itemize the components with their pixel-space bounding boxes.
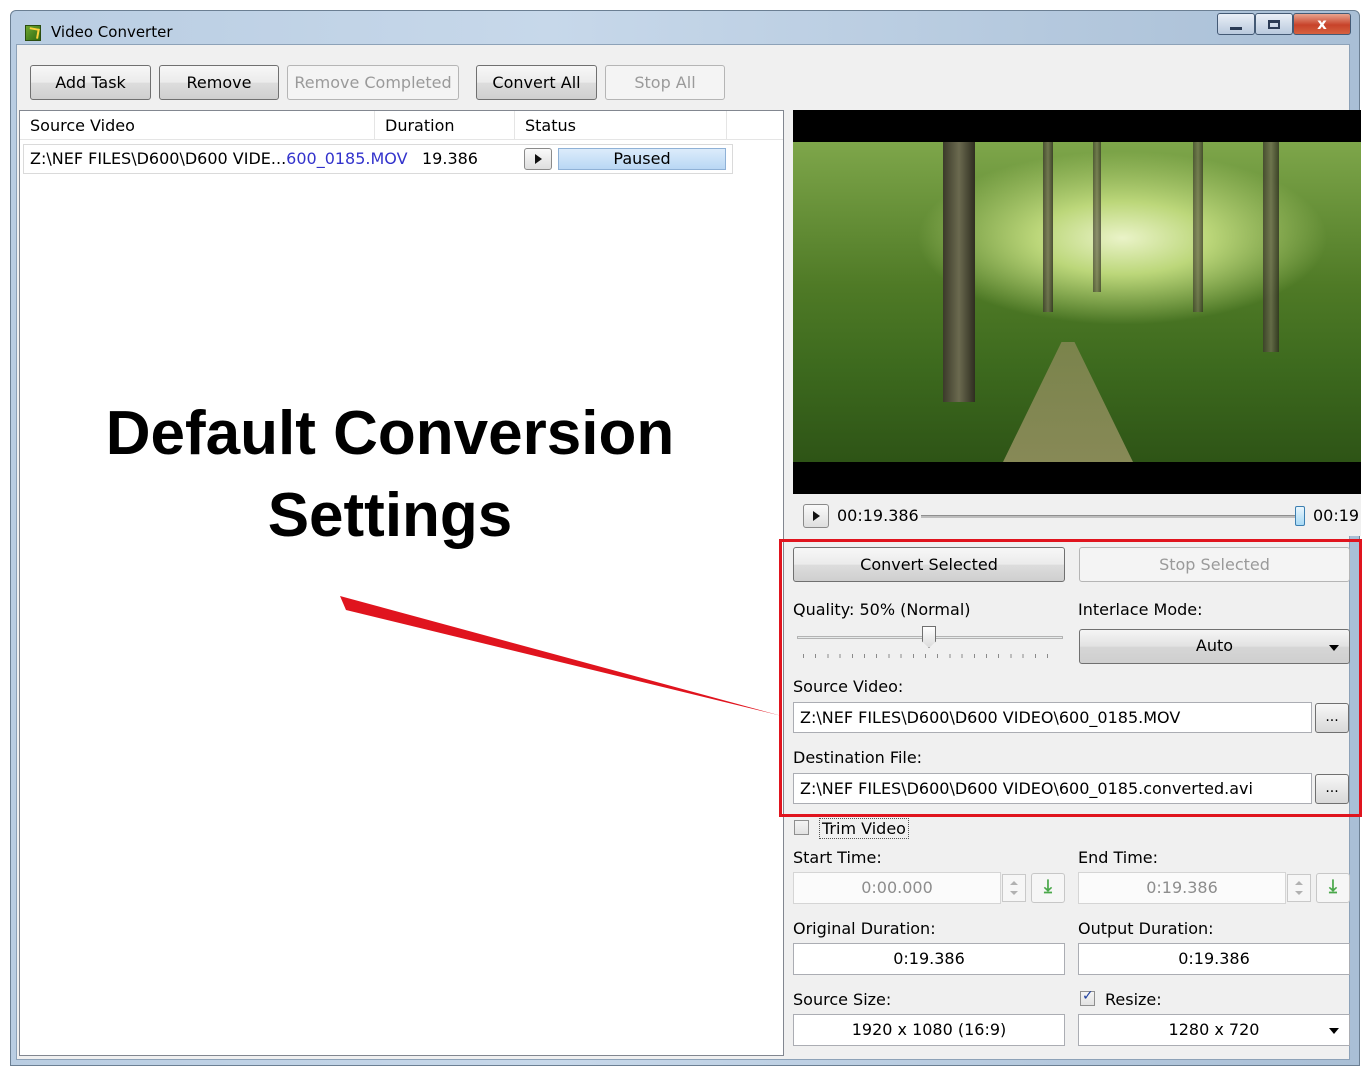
resize-value: 1280 x 720	[1168, 1020, 1260, 1039]
chevron-down-icon	[1329, 645, 1339, 651]
end-time-spinner[interactable]	[1287, 874, 1311, 902]
playback-bar: 00:19.386 00:19	[793, 494, 1361, 536]
start-time-label: Start Time:	[793, 848, 882, 867]
output-duration-value: 0:19.386	[1078, 943, 1350, 975]
arrow-down-icon: ⤓	[1044, 876, 1052, 897]
original-duration-label: Original Duration:	[793, 919, 936, 938]
interlace-mode-select[interactable]: Auto	[1079, 629, 1350, 664]
start-time-field[interactable]: 0:00.000	[793, 872, 1001, 904]
chevron-down-icon	[1329, 1028, 1339, 1034]
arrow-down-icon: ⤓	[1329, 876, 1337, 897]
video-frame-forest	[793, 142, 1361, 462]
annotation-arrow-shape	[340, 596, 782, 716]
convert-selected-button[interactable]: Convert Selected	[793, 547, 1065, 582]
source-size-label: Source Size:	[793, 990, 892, 1009]
video-preview	[793, 110, 1361, 494]
stop-selected-button[interactable]: Stop Selected	[1079, 547, 1350, 582]
start-time-set-button[interactable]: ⤓	[1031, 873, 1065, 903]
trim-video-checkbox[interactable]	[794, 820, 809, 835]
destination-file-field[interactable]: Z:\NEF FILES\D600\D600 VIDEO\600_0185.co…	[793, 773, 1312, 804]
total-time: 00:19	[1313, 506, 1360, 525]
resize-checkbox[interactable]	[1080, 988, 1095, 1006]
end-time-label: End Time:	[1078, 848, 1159, 867]
output-duration-label: Output Duration:	[1078, 919, 1214, 938]
seek-track[interactable]	[921, 515, 1295, 518]
destination-file-label: Destination File:	[793, 748, 923, 767]
source-video-label: Source Video:	[793, 677, 904, 696]
interlace-mode-label: Interlace Mode:	[1078, 600, 1203, 619]
resize-select[interactable]: 1280 x 720	[1078, 1014, 1350, 1046]
source-video-field[interactable]: Z:\NEF FILES\D600\D600 VIDEO\600_0185.MO…	[793, 702, 1312, 733]
source-size-value: 1920 x 1080 (16:9)	[793, 1014, 1065, 1046]
interlace-mode-value: Auto	[1195, 636, 1234, 655]
quality-slider-ticks	[803, 654, 1059, 658]
play-button[interactable]	[803, 504, 829, 528]
resize-label: Resize:	[1105, 990, 1162, 1009]
seek-thumb[interactable]	[1295, 506, 1305, 526]
destination-file-browse-button[interactable]: ...	[1315, 774, 1349, 804]
original-duration-value: 0:19.386	[793, 943, 1065, 975]
current-time: 00:19.386	[837, 506, 919, 525]
start-time-spinner[interactable]	[1002, 874, 1026, 902]
quality-label: Quality: 50% (Normal)	[793, 600, 971, 619]
end-time-set-button[interactable]: ⤓	[1316, 873, 1350, 903]
source-video-browse-button[interactable]: ...	[1315, 703, 1349, 733]
trim-video-label[interactable]: Trim Video	[819, 818, 909, 839]
end-time-field[interactable]: 0:19.386	[1078, 872, 1286, 904]
